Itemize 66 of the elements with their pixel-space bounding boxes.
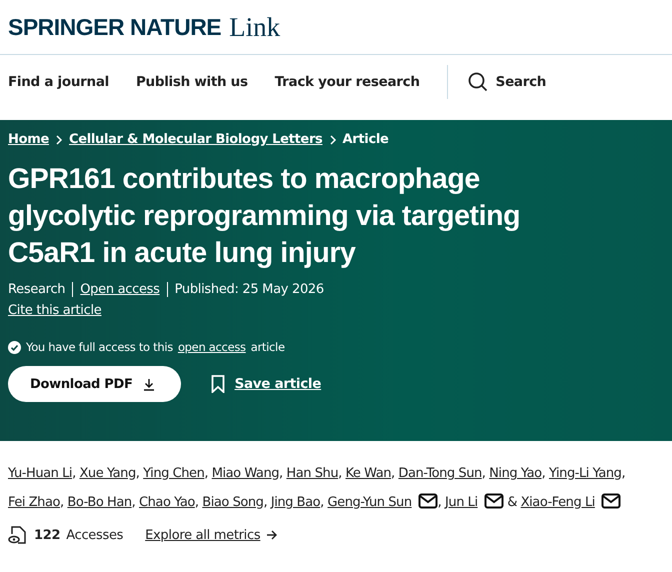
breadcrumb-link[interactable]: Cellular & Molecular Biology Letters <box>68 132 322 147</box>
author-link[interactable]: Miao Wang <box>212 466 280 481</box>
open-access-link[interactable]: Open access <box>80 282 160 297</box>
access-count: 122 <box>34 528 60 542</box>
product-name: Link <box>229 12 280 42</box>
author-link[interactable]: Ying-Li Yang <box>548 466 622 481</box>
access-label: Accesses <box>66 528 124 542</box>
access-text: article <box>250 340 285 354</box>
access-text: You have full access to this <box>26 340 173 354</box>
comma: , <box>438 495 442 510</box>
document-eye-icon <box>8 525 28 545</box>
download-pdf-button[interactable]: Download PDF <box>8 366 181 402</box>
open-access-link[interactable]: open access <box>178 340 246 354</box>
download-icon <box>142 378 155 390</box>
comma: , <box>482 466 486 481</box>
comma: , <box>621 466 626 481</box>
arrow-right-icon <box>266 530 278 540</box>
comma: , <box>338 466 342 481</box>
comma: , <box>279 466 283 481</box>
comma: , <box>60 495 64 510</box>
article-type: Research <box>8 282 66 297</box>
comma: , <box>542 466 546 481</box>
comma: , <box>204 466 208 481</box>
author-link[interactable]: Jing Bao <box>270 495 320 510</box>
breadcrumb-link[interactable]: Home <box>8 132 49 147</box>
published-date: Published: 25 May 2026 <box>174 282 324 297</box>
article-title: GPR161 contributes to macrophage glycolytic reprogramming via targeting C5aR1 in acute lung injury <box>8 162 522 271</box>
comma: , <box>194 495 199 510</box>
search-button[interactable]: Search <box>468 72 546 92</box>
author-link[interactable]: Yu-Huan Li <box>8 466 72 481</box>
comma: , <box>263 495 268 510</box>
mail-icon[interactable] <box>600 493 621 509</box>
nav-link[interactable]: Publish with us <box>136 74 248 90</box>
author-link[interactable]: Han Shu <box>286 466 338 481</box>
author-link[interactable]: Ying Chen <box>143 466 204 481</box>
author-link[interactable]: Geng-Yun Sun <box>328 495 438 510</box>
mail-icon[interactable] <box>418 493 438 509</box>
breadcrumb-current: Article <box>342 132 389 147</box>
comma: , <box>391 466 395 481</box>
search-icon <box>468 72 488 92</box>
author-link[interactable]: Jun Li <box>445 495 504 510</box>
bookmark-icon <box>210 375 225 393</box>
author-link[interactable]: Xue Yang <box>79 466 136 481</box>
author-link[interactable]: Bo-Bo Han <box>67 495 132 510</box>
author-link[interactable]: Ke Wan <box>346 466 392 481</box>
author-link[interactable]: Fei Zhao <box>8 495 60 510</box>
brand-logo[interactable]: SPRINGER NATURE <box>8 14 222 40</box>
ampersand: & <box>507 495 517 510</box>
nav-link[interactable]: Track your research <box>274 74 420 90</box>
author-link[interactable]: Chao Yao <box>139 495 195 510</box>
chevron-icon <box>328 134 336 144</box>
author-link[interactable]: Ning Yao <box>489 466 542 481</box>
explore-metrics-link[interactable]: Explore all metrics <box>145 528 260 542</box>
comma: , <box>132 495 136 510</box>
author-link[interactable]: Dan-Tong Sun <box>398 466 482 481</box>
nav-link[interactable]: Find a journal <box>8 74 109 90</box>
chevron-icon <box>54 134 63 144</box>
comma: , <box>72 466 76 481</box>
comma: , <box>320 495 324 510</box>
comma: , <box>136 466 140 481</box>
mail-icon[interactable] <box>484 493 504 509</box>
check-circle-icon <box>8 340 21 354</box>
author-link[interactable]: Biao Song <box>202 495 264 510</box>
cite-link[interactable]: Cite this article <box>8 303 102 318</box>
author-link[interactable]: Xiao-Feng Li <box>520 495 621 510</box>
save-article-button[interactable]: Save article <box>210 375 322 393</box>
